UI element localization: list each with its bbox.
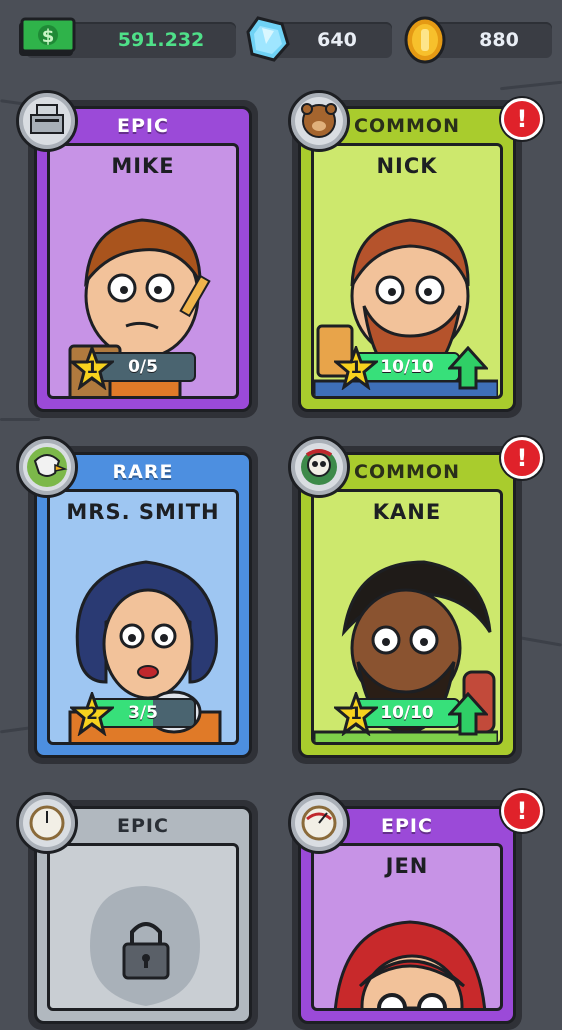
gem-icon	[246, 16, 290, 62]
character-name: NICK	[376, 154, 438, 178]
level-number: 1	[86, 358, 98, 378]
alert-icon: !	[501, 98, 543, 140]
coin-icon	[404, 16, 446, 64]
alert-icon: !	[501, 437, 543, 479]
level-star-icon: 1	[331, 689, 381, 737]
card-inner: MRS. SMITH 3/5 2	[47, 489, 239, 745]
card-frame: COMMON KANE 10/10 1	[298, 452, 516, 758]
wall-crack	[0, 418, 40, 421]
level-number: 2	[86, 704, 98, 724]
currency-bar: 591.232 $ 640 880	[0, 0, 562, 80]
character-portrait	[333, 920, 487, 1008]
level-number: 1	[350, 358, 362, 378]
gauge-icon	[16, 792, 78, 854]
character-name: MRS. SMITH	[66, 500, 220, 524]
card-frame: EPIC MIKE 0/5 1	[34, 106, 252, 412]
wall-crack	[520, 636, 562, 647]
card-inner: JEN	[311, 843, 503, 1011]
gem-value: 640	[317, 29, 357, 51]
locked-silhouette	[90, 886, 200, 1006]
card-frame: RARE MRS. SMITH 3/5 2	[34, 452, 252, 758]
cash-register-icon	[16, 90, 78, 152]
svg-text:$: $	[42, 26, 55, 47]
character-name: KANE	[372, 500, 442, 524]
card-frame: COMMON NICK 10/10 1	[298, 106, 516, 412]
coin-value: 880	[479, 29, 519, 51]
character-name: JEN	[385, 854, 429, 878]
level-star-icon: 1	[67, 343, 117, 391]
bear-icon	[288, 90, 350, 152]
pressure-gauge-icon	[288, 792, 350, 854]
upgrade-arrow-icon[interactable]	[448, 692, 488, 736]
pirate-skull-icon	[288, 436, 350, 498]
level-star-icon: 1	[331, 343, 381, 391]
card-inner: KANE 10/10 1	[311, 489, 503, 745]
card-inner: MIKE 0/5 1	[47, 143, 239, 399]
eagle-icon	[16, 436, 78, 498]
alert-icon: !	[501, 790, 543, 832]
cash-icon: $	[19, 17, 76, 56]
card-inner: NICK 10/10 1	[311, 143, 503, 399]
level-star-icon: 2	[67, 689, 117, 737]
level-number: 1	[350, 704, 362, 724]
character-name: MIKE	[111, 154, 175, 178]
cash-value: 591.232	[117, 29, 205, 51]
card-inner	[47, 843, 239, 1011]
wall-crack	[500, 80, 562, 91]
upgrade-arrow-icon[interactable]	[448, 346, 488, 390]
